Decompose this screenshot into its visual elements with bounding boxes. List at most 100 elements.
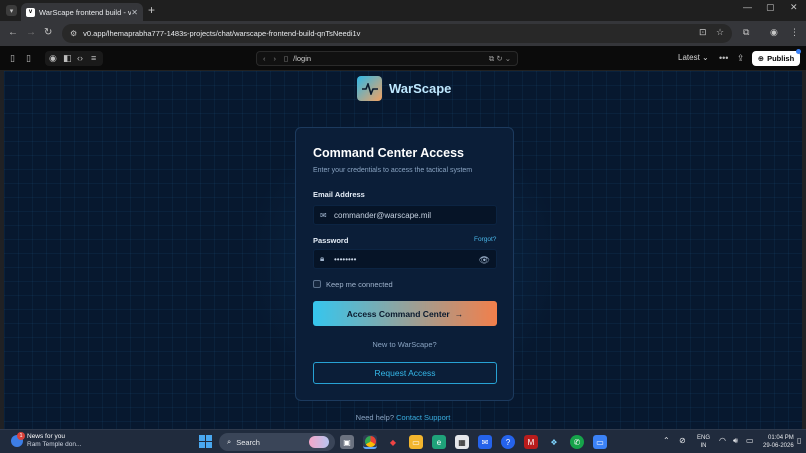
password-value: •••••••• — [334, 254, 357, 264]
panel-icon[interactable]: ▯ — [26, 53, 31, 64]
windows-icon[interactable] — [199, 435, 212, 448]
wifi-icon[interactable]: ◠ — [719, 436, 726, 445]
password-field[interactable]: 🔒︎ •••••••• 👁︎ — [313, 249, 497, 269]
share-icon[interactable]: ⇪ — [737, 53, 745, 64]
location-off-icon[interactable]: ⊘ — [679, 436, 686, 445]
request-access-button[interactable]: Request Access — [313, 362, 497, 384]
preview-page: WarScape Command Center Access Enter you… — [4, 71, 802, 429]
profile-icon[interactable]: ◉ — [770, 27, 778, 38]
browser-tab-strip: ▾ v WarScape frontend build - v0 b ✕ + —… — [0, 0, 806, 21]
install-icon[interactable]: ⊡ — [699, 27, 707, 38]
login-title: Command Center Access — [313, 146, 464, 160]
tab-menu-icon[interactable]: ▾ — [6, 5, 17, 16]
notification-dot — [796, 49, 801, 54]
news-icon: 1 — [11, 432, 25, 447]
back-icon[interactable]: ← — [8, 27, 18, 38]
v0-favicon-icon: v — [26, 7, 35, 17]
notification-icon[interactable]: ▯ — [797, 436, 801, 445]
new-user-prompt: New to WarScape? — [372, 340, 437, 349]
route-back-icon[interactable]: ‹ — [263, 54, 266, 63]
lang-bottom: IN — [700, 443, 707, 449]
whatsapp-icon[interactable]: ✆ — [570, 435, 584, 449]
shield-app-icon[interactable]: M — [524, 435, 538, 449]
version-selector[interactable]: Latest ⌄ — [678, 53, 709, 62]
search-placeholder: Search — [236, 437, 260, 447]
route-path: /login — [293, 54, 312, 63]
remember-label: Keep me connected — [326, 280, 393, 289]
store-icon[interactable]: ▦ — [455, 435, 469, 449]
remember-checkbox[interactable] — [313, 280, 321, 288]
pulse-logo-icon — [357, 76, 382, 101]
publish-button[interactable]: ⊕ Publish — [752, 51, 800, 66]
file-explorer-icon[interactable]: ▭ — [409, 435, 423, 449]
clock-date: 29-06-2026 — [763, 443, 794, 449]
edge-icon[interactable]: e — [432, 435, 446, 449]
copilot-icon[interactable]: ❖ — [547, 435, 561, 449]
help-text: Need help? — [355, 413, 395, 422]
forward-icon[interactable]: → — [26, 27, 36, 38]
lock-icon: 🔒︎ — [320, 254, 325, 263]
mail-app-icon[interactable]: ✉ — [478, 435, 492, 449]
code-icon[interactable]: ‹› — [77, 53, 83, 63]
monitor-app-icon[interactable]: ▭ — [593, 435, 607, 449]
tray-chevron-icon[interactable]: ⌃ — [663, 436, 670, 445]
battery-icon[interactable]: ▭ — [746, 436, 754, 445]
reload-icon[interactable]: ↻ — [44, 27, 52, 38]
v0-toolbar: ▯ ▯ ◉ ◧ ‹› ≡ ‹ › ▯ /login ⧉ ↻ ⌄ Latest ⌄… — [0, 46, 806, 71]
site-info-icon[interactable]: ⚙ — [70, 29, 77, 38]
star-icon[interactable]: ☆ — [716, 27, 724, 38]
taskbar: 1 News for you Ram Temple don... ⌕ Searc… — [0, 429, 806, 453]
publish-label: Publish — [767, 54, 795, 63]
browser-toolbar: ← → ↻ ⚙ v0.app/lhemaprabha777-1483s-proj… — [0, 21, 806, 46]
database-icon[interactable]: ≡ — [91, 53, 96, 63]
lang-top: ENG — [697, 435, 711, 441]
new-tab-button[interactable]: + — [148, 3, 155, 17]
contact-support-link[interactable]: Contact Support — [396, 413, 450, 422]
route-forward-icon[interactable]: › — [274, 54, 277, 63]
address-bar[interactable]: ⚙ v0.app/lhemaprabha777-1483s-projects/c… — [62, 24, 732, 43]
route-actions-icon[interactable]: ⧉ ↻ ⌄ — [489, 54, 511, 64]
minimize-button[interactable]: — — [743, 2, 752, 12]
language-indicator[interactable]: ENG IN — [697, 434, 710, 450]
close-window-button[interactable]: ✕ — [790, 2, 798, 13]
news-badge: 1 — [17, 432, 25, 440]
menu-icon[interactable]: ⋮ — [790, 27, 799, 38]
search-highlight-icon — [309, 436, 329, 448]
help-line: Need help? Contact Support — [4, 413, 802, 422]
brand-name: WarScape — [389, 81, 452, 96]
url-text: v0.app/lhemaprabha777-1483s-projects/cha… — [83, 29, 361, 38]
news-widget[interactable]: 1 News for you Ram Temple don... — [11, 432, 82, 449]
email-value: commander@warscape.mil — [334, 210, 432, 220]
extensions-icon[interactable]: ⧉ — [743, 27, 749, 38]
taskbar-search[interactable]: ⌕ Search — [219, 433, 335, 451]
view-mode-group: ◉ ◧ ‹› ≡ — [45, 51, 103, 66]
access-command-center-button[interactable]: Access Command Center → — [313, 301, 497, 326]
email-field[interactable]: ✉ commander@warscape.mil — [313, 205, 497, 225]
page-icon: ▯ — [284, 54, 289, 63]
route-bar[interactable]: ‹ › ▯ /login ⧉ ↻ ⌄ — [256, 51, 518, 66]
sidebar-toggle-icon[interactable]: ▯ — [10, 53, 15, 64]
login-card: Command Center Access Enter your credent… — [295, 127, 514, 401]
arrow-right-icon: → — [454, 308, 464, 319]
mail-icon: ✉ — [320, 210, 327, 220]
tab-close-icon[interactable]: ✕ — [131, 8, 138, 17]
maximize-button[interactable]: ▢ — [766, 2, 775, 13]
tab-title: WarScape frontend build - v0 b — [39, 7, 132, 17]
preview-eye-icon[interactable]: ◉ — [49, 53, 57, 64]
submit-label: Access Command Center — [346, 308, 450, 319]
globe-icon: ⊕ — [757, 54, 765, 63]
app-diamond-icon[interactable]: ◆ — [386, 435, 400, 449]
clock-time: 01:04 PM — [768, 435, 794, 441]
volume-icon[interactable]: 🔊︎ — [733, 436, 738, 446]
help-app-icon[interactable]: ? — [501, 435, 515, 449]
design-icon[interactable]: ◧ — [63, 53, 72, 64]
more-icon[interactable]: ••• — [719, 53, 728, 63]
news-subtitle: Ram Temple don... — [27, 441, 82, 448]
email-label: Email Address — [313, 190, 365, 199]
chrome-icon[interactable] — [363, 435, 377, 449]
task-view-icon[interactable]: ▣ — [340, 435, 354, 449]
eye-icon[interactable]: 👁︎ — [479, 255, 490, 266]
browser-tab[interactable]: v WarScape frontend build - v0 b ✕ — [21, 3, 143, 21]
clock[interactable]: 01:04 PM 29-06-2026 — [763, 434, 794, 450]
forgot-link[interactable]: Forgot? — [474, 236, 496, 243]
